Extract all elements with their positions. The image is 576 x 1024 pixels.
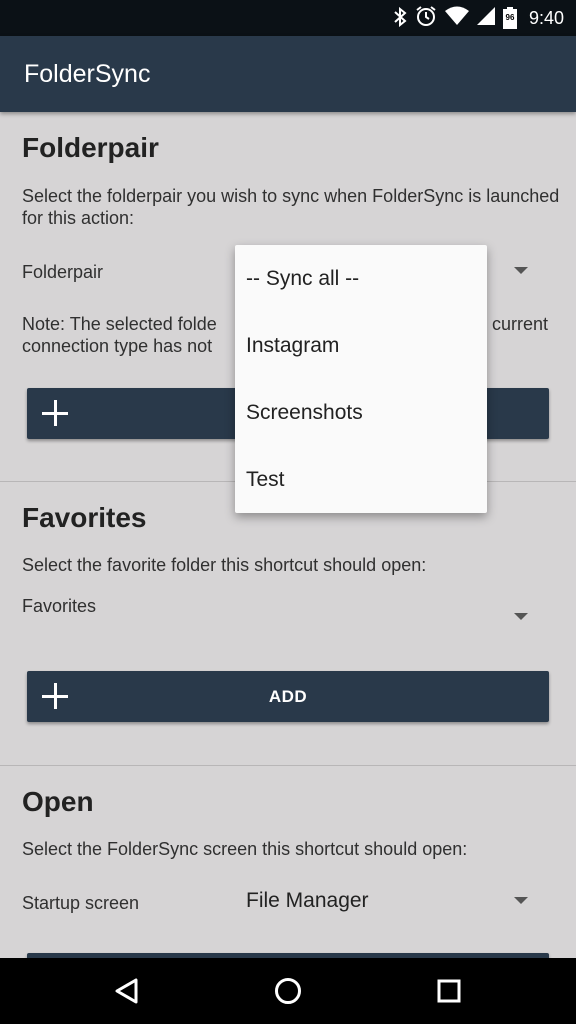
bluetooth-icon	[393, 6, 407, 30]
status-bar: 96 9:40	[0, 0, 576, 36]
folderpair-description: Select the folderpair you wish to sync w…	[22, 186, 560, 228]
folderpair-note-line1: Note: The selected folde	[22, 314, 217, 334]
favorites-add-button[interactable]: ADD	[27, 671, 549, 722]
favorites-add-label: ADD	[268, 687, 308, 706]
battery-level: 96	[505, 13, 515, 22]
dropdown-option-instagram[interactable]: Instagram	[235, 312, 487, 379]
wifi-icon	[444, 6, 469, 31]
folderpair-dropdown-menu: -- Sync all -- Instagram Screenshots Tes…	[235, 245, 487, 513]
folderpair-title: Folderpair	[22, 132, 159, 163]
status-time: 9:40	[528, 7, 564, 28]
signal-icon	[476, 6, 495, 30]
dropdown-option-test[interactable]: Test	[235, 446, 487, 513]
section-divider	[0, 765, 576, 766]
navigation-bar	[0, 958, 576, 1024]
folderpair-label: Folderpair	[22, 262, 104, 282]
recents-icon[interactable]	[437, 979, 461, 1008]
status-icons: 96 9:40	[393, 0, 564, 36]
alarm-icon	[415, 5, 437, 32]
folderpair-note-line1-tail: current	[492, 314, 549, 334]
favorites-title: Favorites	[22, 502, 147, 533]
startup-screen-chevron-down-icon[interactable]	[514, 897, 528, 904]
app-bar: FolderSync	[0, 36, 576, 112]
content-area: Folderpair Select the folderpair you wis…	[0, 112, 576, 958]
startup-screen-label: Startup screen	[22, 893, 140, 913]
back-icon[interactable]	[114, 977, 140, 1010]
plus-icon	[42, 400, 68, 426]
folderpair-chevron-down-icon[interactable]	[514, 267, 528, 274]
dropdown-option-sync-all[interactable]: -- Sync all --	[235, 245, 487, 312]
folderpair-note-line2: connection type has not	[22, 336, 213, 356]
app-title: FolderSync	[24, 60, 151, 88]
open-description: Select the FolderSync screen this shortc…	[22, 839, 468, 859]
favorites-chevron-down-icon[interactable]	[514, 613, 528, 620]
home-icon[interactable]	[274, 977, 302, 1010]
favorites-description: Select the favorite folder this shortcut…	[22, 555, 427, 575]
favorites-label: Favorites	[22, 596, 97, 616]
dropdown-option-screenshots[interactable]: Screenshots	[235, 379, 487, 446]
open-title: Open	[22, 786, 94, 817]
startup-screen-value[interactable]: File Manager	[246, 889, 369, 913]
battery-icon: 96	[502, 7, 517, 29]
